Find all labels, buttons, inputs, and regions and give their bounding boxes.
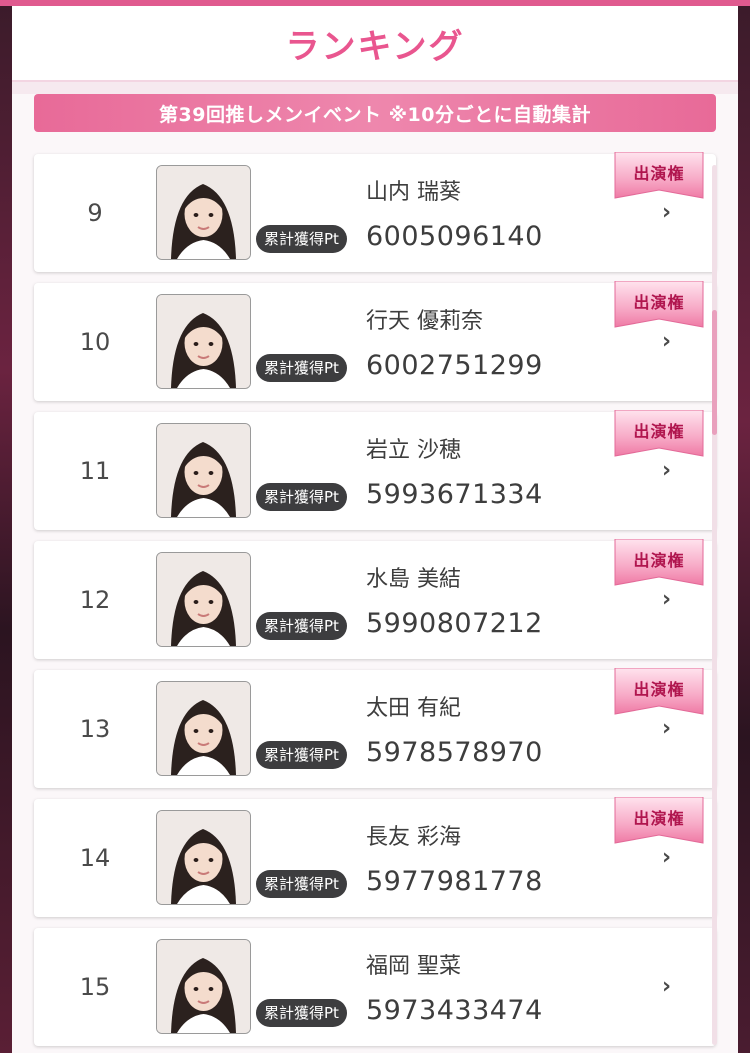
member-photo bbox=[156, 939, 251, 1034]
cumulative-points-label: 累計獲得Pt bbox=[256, 612, 347, 640]
member-name: 太田 有紀 bbox=[366, 696, 461, 721]
member-name: 岩立 沙穂 bbox=[366, 438, 461, 463]
event-banner: 第39回推しメンイベント ※10分ごとに自動集計 bbox=[34, 94, 716, 132]
member-name: 長友 彩海 bbox=[366, 825, 461, 850]
ranking-row[interactable]: 12 水島 美結 累計獲得Pt 5990807212 出演権 › bbox=[34, 539, 716, 659]
member-photo bbox=[156, 294, 251, 389]
cumulative-points-value: 5993671334 bbox=[366, 479, 543, 510]
appearance-rights-badge: 出演権 bbox=[614, 539, 704, 591]
member-name: 水島 美結 bbox=[366, 567, 461, 592]
rank-number: 9 bbox=[87, 199, 103, 227]
portrait-icon bbox=[157, 295, 250, 388]
rank-number: 13 bbox=[79, 715, 111, 743]
portrait-icon bbox=[157, 553, 250, 646]
rank-number: 12 bbox=[79, 586, 111, 614]
ranking-row[interactable]: 15 福岡 聖菜 累計獲得Pt 5973433474 › bbox=[34, 928, 716, 1046]
rank-number: 14 bbox=[79, 844, 111, 872]
member-name: 山内 瑞葵 bbox=[366, 180, 461, 205]
chevron-right-icon[interactable]: › bbox=[662, 718, 682, 740]
chevron-right-icon[interactable]: › bbox=[662, 331, 682, 353]
member-photo bbox=[156, 681, 251, 776]
cumulative-points-label: 累計獲得Pt bbox=[256, 870, 347, 898]
page-title: ランキング bbox=[285, 26, 465, 67]
portrait-icon bbox=[157, 940, 250, 1033]
appearance-rights-badge: 出演権 bbox=[614, 668, 704, 720]
scrollbar-track[interactable] bbox=[712, 165, 717, 1045]
appearance-rights-text: 出演権 bbox=[633, 680, 685, 699]
page-header: ランキング bbox=[12, 6, 738, 82]
portrait-icon bbox=[157, 166, 250, 259]
ranking-row[interactable]: 14 長友 彩海 累計獲得Pt 5977981778 出演権 › bbox=[34, 797, 716, 917]
scrollbar-thumb[interactable] bbox=[712, 310, 717, 435]
cumulative-points-label: 累計獲得Pt bbox=[256, 354, 347, 382]
member-name: 福岡 聖菜 bbox=[366, 954, 461, 979]
rank-number: 10 bbox=[79, 328, 111, 356]
ranking-panel: ランキング 第39回推しメンイベント ※10分ごとに自動集計 9 山内 瑞葵 累… bbox=[12, 6, 738, 1053]
chevron-right-icon[interactable]: › bbox=[662, 976, 682, 998]
cumulative-points-value: 5973433474 bbox=[366, 995, 543, 1026]
appearance-rights-badge: 出演権 bbox=[614, 797, 704, 849]
member-photo bbox=[156, 423, 251, 518]
chevron-right-icon[interactable]: › bbox=[662, 202, 682, 224]
cumulative-points-label: 累計獲得Pt bbox=[256, 741, 347, 769]
member-photo bbox=[156, 552, 251, 647]
portrait-icon bbox=[157, 682, 250, 775]
ranking-row[interactable]: 13 太田 有紀 累計獲得Pt 5978578970 出演権 › bbox=[34, 668, 716, 788]
member-name: 行天 優莉奈 bbox=[366, 309, 483, 334]
cumulative-points-label: 累計獲得Pt bbox=[256, 483, 347, 511]
appearance-rights-text: 出演権 bbox=[633, 809, 685, 828]
cumulative-points-value: 5978578970 bbox=[366, 737, 543, 768]
rank-number: 15 bbox=[79, 973, 111, 1001]
rank-number: 11 bbox=[79, 457, 111, 485]
cumulative-points-label: 累計獲得Pt bbox=[256, 999, 347, 1027]
cumulative-points-value: 6005096140 bbox=[366, 221, 543, 252]
ranking-row[interactable]: 9 山内 瑞葵 累計獲得Pt 6005096140 出演権 › bbox=[34, 152, 716, 272]
cumulative-points-value: 5977981778 bbox=[366, 866, 543, 897]
cumulative-points-value: 5990807212 bbox=[366, 608, 543, 639]
appearance-rights-badge: 出演権 bbox=[614, 410, 704, 462]
member-photo bbox=[156, 810, 251, 905]
portrait-icon bbox=[157, 424, 250, 517]
chevron-right-icon[interactable]: › bbox=[662, 847, 682, 869]
appearance-rights-badge: 出演権 bbox=[614, 281, 704, 333]
appearance-rights-text: 出演権 bbox=[633, 551, 685, 570]
appearance-rights-text: 出演権 bbox=[633, 293, 685, 312]
cumulative-points-label: 累計獲得Pt bbox=[256, 225, 347, 253]
appearance-rights-text: 出演権 bbox=[633, 422, 685, 441]
cumulative-points-value: 6002751299 bbox=[366, 350, 543, 381]
background-left-edge bbox=[0, 0, 12, 1053]
ranking-list: 9 山内 瑞葵 累計獲得Pt 6005096140 出演権 › 10 行天 優莉… bbox=[12, 152, 738, 1046]
chevron-right-icon[interactable]: › bbox=[662, 460, 682, 482]
appearance-rights-text: 出演権 bbox=[633, 164, 685, 183]
appearance-rights-badge: 出演権 bbox=[614, 152, 704, 204]
ranking-row[interactable]: 10 行天 優莉奈 累計獲得Pt 6002751299 出演権 › bbox=[34, 281, 716, 401]
portrait-icon bbox=[157, 811, 250, 904]
member-photo bbox=[156, 165, 251, 260]
background-right-edge bbox=[738, 0, 750, 1053]
ranking-row[interactable]: 11 岩立 沙穂 累計獲得Pt 5993671334 出演権 › bbox=[34, 410, 716, 530]
chevron-right-icon[interactable]: › bbox=[662, 589, 682, 611]
header-divider bbox=[12, 82, 738, 94]
